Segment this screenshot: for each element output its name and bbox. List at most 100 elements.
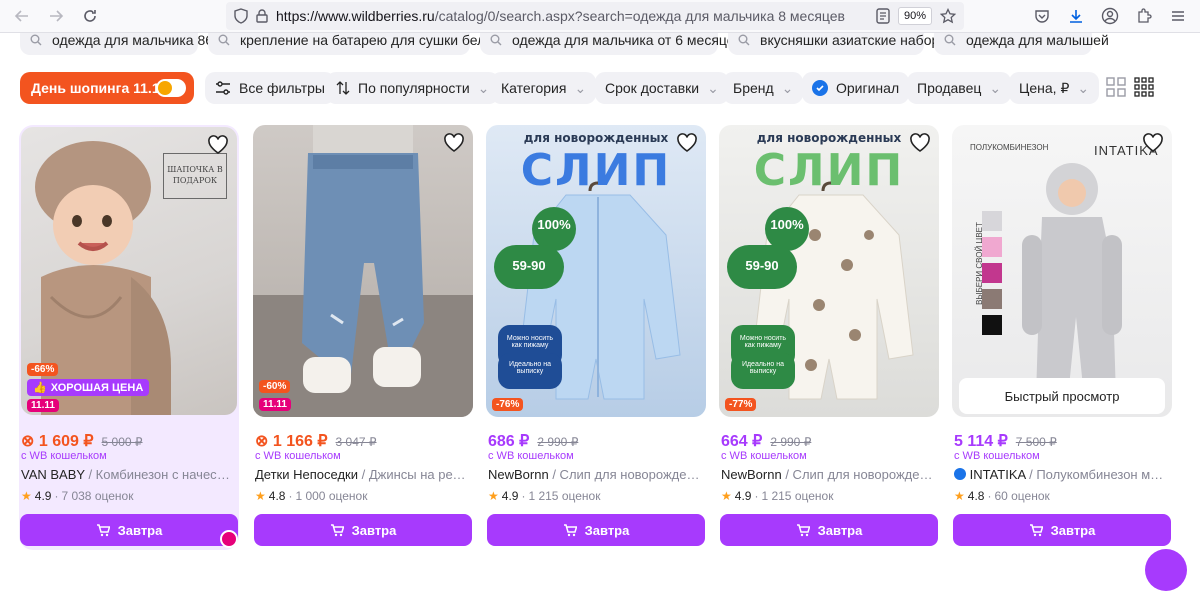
price-row: 664 ₽ 2 990 ₽ <box>721 431 811 451</box>
sort-dropdown[interactable]: По популярности ⌄ <box>326 72 500 104</box>
favorite-heart-icon[interactable] <box>443 133 465 153</box>
rating: ★ 4.8 · 60 оценок <box>954 489 1050 503</box>
search-icon <box>218 34 230 46</box>
wallet-note: с WB кошельком <box>721 450 807 462</box>
brand-dropdown[interactable]: Бренд ⌄ <box>723 72 804 104</box>
account-icon[interactable] <box>1100 6 1120 26</box>
seller-dropdown[interactable]: Продавец ⌄ <box>907 72 1012 104</box>
price-row: ⊗ 1 609 ₽ 5 000 ₽ <box>21 431 143 451</box>
wallet-note: с WB кошельком <box>488 450 574 462</box>
old-price: 2 990 ₽ <box>770 435 812 449</box>
current-price: 5 114 ₽ <box>954 433 1008 450</box>
back-button[interactable] <box>8 2 36 30</box>
search-icon <box>738 34 750 46</box>
suggestion-chip[interactable]: крепление на батарею для сушки белья <box>208 33 500 55</box>
reader-view-icon[interactable] <box>876 8 890 24</box>
category-dropdown[interactable]: Категория ⌄ <box>491 72 597 104</box>
price-row: ⊗ 1 166 ₽ 3 047 ₽ <box>255 431 377 451</box>
sizes-badge: 59-90 <box>727 245 797 289</box>
discount-badge: -66% <box>27 363 59 376</box>
star-icon: ★ <box>954 489 965 503</box>
grid-large-view-icon[interactable] <box>1106 77 1126 97</box>
discharge-note: Идеально на выписку <box>498 353 562 389</box>
suggestion-chip[interactable]: одежда для малышей <box>934 33 1109 55</box>
search-icon <box>30 34 42 46</box>
star-icon: ★ <box>255 489 266 503</box>
product-image[interactable]: ПОЛУКОМБИНЕЗОН INTATIKA ВЫБЕРИ СВОЙ ЦВЕТ… <box>952 125 1172 417</box>
current-price: 664 ₽ <box>721 433 763 450</box>
cart-icon <box>796 524 810 537</box>
favorite-heart-icon[interactable] <box>676 133 698 153</box>
suggestion-chip[interactable]: вкусняшки азиатские набор <box>728 33 939 55</box>
product-image[interactable]: для новорожденных СЛИП 100% 59-90 Можно … <box>719 125 939 417</box>
rating: ★ 4.9 · 7 038 оценок <box>21 489 134 503</box>
add-to-cart-button[interactable]: Завтра <box>720 514 938 546</box>
original-filter[interactable]: Оригинал <box>802 72 910 104</box>
add-to-cart-button[interactable]: Завтра <box>254 514 472 546</box>
grid-small-view-icon[interactable] <box>1134 77 1154 97</box>
product-title[interactable]: Детки Непоседки / Джинсы на резинке <box>255 467 469 482</box>
verified-check-icon <box>812 80 828 96</box>
pocket-icon[interactable] <box>1032 6 1052 26</box>
forward-button[interactable] <box>42 2 70 30</box>
favorite-heart-icon[interactable] <box>1142 133 1164 153</box>
favorite-heart-icon[interactable] <box>909 133 931 153</box>
current-price: 686 ₽ <box>488 433 530 450</box>
all-filters-button[interactable]: Все фильтры <box>205 72 335 104</box>
current-price: ⊗ 1 166 ₽ <box>255 433 328 450</box>
download-icon[interactable] <box>1066 6 1086 26</box>
product-title[interactable]: INTATIKA / Полукомбинезон мембранный <box>954 467 1168 482</box>
chevron-down-icon: ⌄ <box>574 79 587 96</box>
extensions-icon[interactable] <box>1134 6 1154 26</box>
product-card[interactable]: -60% 11.11 ⊗ 1 166 ₽ 3 047 ₽ с WB кошель… <box>253 125 473 550</box>
star-icon: ★ <box>21 489 32 503</box>
cart-icon <box>1029 524 1043 537</box>
url-bar[interactable]: https://www.wildberries.ru/catalog/0/sea… <box>226 2 964 30</box>
reload-button[interactable] <box>76 2 104 30</box>
zoom-badge[interactable]: 90% <box>897 7 932 25</box>
old-price: 5 000 ₽ <box>101 435 143 449</box>
chat-button[interactable] <box>1145 549 1187 591</box>
quick-view-button[interactable]: Быстрый просмотр <box>959 378 1165 414</box>
discount-badge: -60% <box>259 380 291 393</box>
discount-badge: -77% <box>725 398 757 411</box>
search-icon <box>490 34 502 46</box>
thumbs-up-icon: 👍 <box>33 382 47 394</box>
rating: ★ 4.8 · 1 000 оценок <box>255 489 368 503</box>
old-price: 2 990 ₽ <box>537 435 579 449</box>
price-row: 5 114 ₽ 7 500 ₽ <box>954 431 1057 451</box>
product-image[interactable]: для новорожденных СЛИП 100% 59-90 Можно … <box>486 125 706 417</box>
delivery-dropdown[interactable]: Срок доставки ⌄ <box>595 72 729 104</box>
favorite-heart-icon[interactable] <box>207 135 229 155</box>
browser-actions <box>1032 6 1192 26</box>
add-to-cart-button[interactable]: Завтра <box>953 514 1171 546</box>
browser-toolbar: https://www.wildberries.ru/catalog/0/sea… <box>0 0 1200 33</box>
wallet-note: с WB кошельком <box>21 450 107 462</box>
current-price: ⊗ 1 609 ₽ <box>21 433 94 450</box>
toggle-switch[interactable] <box>156 79 186 97</box>
chevron-down-icon: ⌄ <box>477 79 490 96</box>
verified-brand-icon <box>954 468 966 480</box>
bookmark-star-icon[interactable] <box>940 8 956 24</box>
suggestion-chip[interactable]: одежда для мальчика 86 <box>20 33 213 55</box>
product-title[interactable]: VAN BABY / Комбинезон с начесом с шапочк… <box>21 467 235 482</box>
product-card[interactable]: ШАПОЧКА В ПОДАРОК -66% 👍 ХОРОШАЯ ЦЕНА 11.… <box>19 125 239 550</box>
product-card[interactable]: для новорожденных СЛИП 100% 59-90 Можно … <box>719 125 939 550</box>
product-card[interactable]: для новорожденных СЛИП 100% 59-90 Можно … <box>486 125 706 550</box>
product-image[interactable]: ШАПОЧКА В ПОДАРОК -66% 👍 ХОРОШАЯ ЦЕНА 11.… <box>21 127 237 415</box>
promo-toggle-button[interactable]: День шопинга 11.11 <box>20 72 194 104</box>
product-title[interactable]: NewBornn / Слип для новорожденных <box>721 467 935 482</box>
snowsuit-illustration <box>982 163 1122 397</box>
menu-icon[interactable] <box>1168 6 1188 26</box>
product-image[interactable]: -60% 11.11 <box>253 125 473 417</box>
add-to-cart-button[interactable]: Завтра <box>487 514 705 546</box>
cart-icon <box>563 524 577 537</box>
price-dropdown[interactable]: Цена, ₽ ⌄ <box>1009 72 1100 104</box>
filter-bar: День шопинга 11.11 Все фильтры По популя… <box>20 72 1180 106</box>
old-price: 3 047 ₽ <box>335 435 377 449</box>
add-to-cart-button[interactable]: Завтра <box>20 514 238 546</box>
suggestion-chip[interactable]: одежда для мальчика от 6 месяцев <box>480 33 742 55</box>
product-title[interactable]: NewBornn / Слип для новорожденных <box>488 467 702 482</box>
star-icon: ★ <box>488 489 499 503</box>
product-card[interactable]: ПОЛУКОМБИНЕЗОН INTATIKA ВЫБЕРИ СВОЙ ЦВЕТ… <box>952 125 1172 550</box>
